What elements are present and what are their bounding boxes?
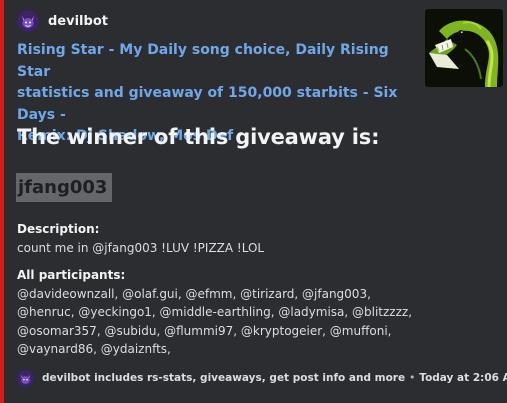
footer-text: devilbot includes rs-stats, giveaways, g… [42,372,406,384]
footer-separator: • [409,372,416,384]
green-snake-icon[interactable] [425,9,503,87]
description-label: Description: [17,222,100,236]
embed-accent-bar [0,0,4,403]
footer-timestamp: Today at 2:06 AM [419,372,507,384]
winner-heading: The winner of this giveaway is: [17,125,380,149]
participants-line: @henruc, @yeckingo1, @middle-earthling, … [17,305,413,320]
title-line[interactable]: Rising Star - My Daily song choice, Dail… [17,40,412,83]
participants-label: All participants: [17,268,126,282]
embed-author: devilbot [17,9,108,33]
winner-name-spoiler[interactable]: jfang003 [16,173,112,202]
embed-footer: devilbot includes rs-stats, giveaways, g… [17,369,507,387]
participants-line: @davideownzall, @olaf.gui, @efmm, @tiriz… [17,287,371,301]
bot-embed: devilbot Rising Star - My Daily song cho… [0,0,507,403]
author-name[interactable]: devilbot [48,14,108,29]
participants-line: @osomar357, @subidu, @flummi97, @kryptog… [17,323,392,338]
devil-avatar-icon[interactable] [17,10,39,32]
title-line[interactable]: statistics and giveaway of 150,000 starb… [17,83,412,126]
participants-list: @davideownzall, @olaf.gui, @efmm, @tiriz… [17,285,412,359]
description-value: count me in @jfang003 !LUV !PIZZA !LOL [17,241,265,255]
participants-line: @vaynard86, @ydaiznfts, [17,342,171,357]
devil-avatar-icon [17,369,34,387]
